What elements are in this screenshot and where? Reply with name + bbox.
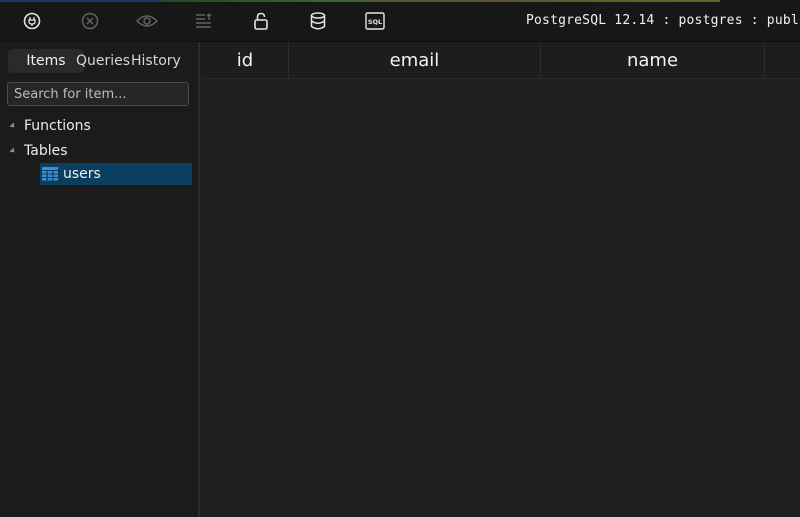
tree-item-label: Tables (24, 143, 68, 159)
sql-icon: SQL (365, 12, 385, 30)
sql-editor-button[interactable]: SQL (363, 9, 387, 33)
database-button[interactable] (306, 9, 330, 33)
grid-header: id email name (202, 42, 800, 79)
column-header-email[interactable]: email (289, 42, 541, 79)
data-grid: id email name (202, 42, 800, 517)
sql-icon-label: SQL (368, 18, 382, 26)
tab-queries[interactable]: Queries (76, 49, 130, 73)
column-header-overflow[interactable] (765, 42, 800, 79)
view-button[interactable] (135, 9, 159, 33)
tree-item-users[interactable]: users (40, 163, 192, 185)
tab-history[interactable]: History (131, 49, 181, 73)
connect-icon (23, 12, 41, 30)
list-export-icon (196, 13, 212, 28)
search-input[interactable] (7, 82, 189, 106)
expand-caret-icon[interactable] (9, 147, 17, 155)
sidebar-tabs: Items Queries History (8, 49, 181, 73)
list-export-button[interactable] (192, 9, 216, 33)
database-icon (310, 12, 326, 30)
tree-item-label: users (63, 166, 101, 182)
sidebar: Items Queries History Functions Tables (0, 42, 200, 517)
column-header-name[interactable]: name (541, 42, 765, 79)
column-header-id[interactable]: id (202, 42, 289, 79)
background-window-edge (160, 0, 720, 2)
tree-item-functions[interactable]: Functions (0, 115, 91, 137)
lock-icon (254, 12, 268, 30)
lock-button[interactable] (249, 9, 273, 33)
disconnect-button[interactable] (78, 9, 102, 33)
tree-item-label: Functions (24, 118, 91, 134)
background-window-edge (0, 0, 160, 2)
tab-items[interactable]: Items (8, 49, 84, 73)
disconnect-icon (81, 12, 99, 30)
expand-caret-icon[interactable] (9, 122, 17, 130)
tree-item-tables[interactable]: Tables (0, 140, 68, 162)
table-grid-icon (42, 167, 58, 181)
toolbar: SQL PostgreSQL 12.14 : postgres : public… (0, 0, 800, 42)
app-window: SQL PostgreSQL 12.14 : postgres : public… (0, 0, 800, 517)
connection-title: PostgreSQL 12.14 : postgres : public. (526, 13, 800, 28)
connect-button[interactable] (20, 9, 44, 33)
eye-icon (136, 15, 158, 27)
